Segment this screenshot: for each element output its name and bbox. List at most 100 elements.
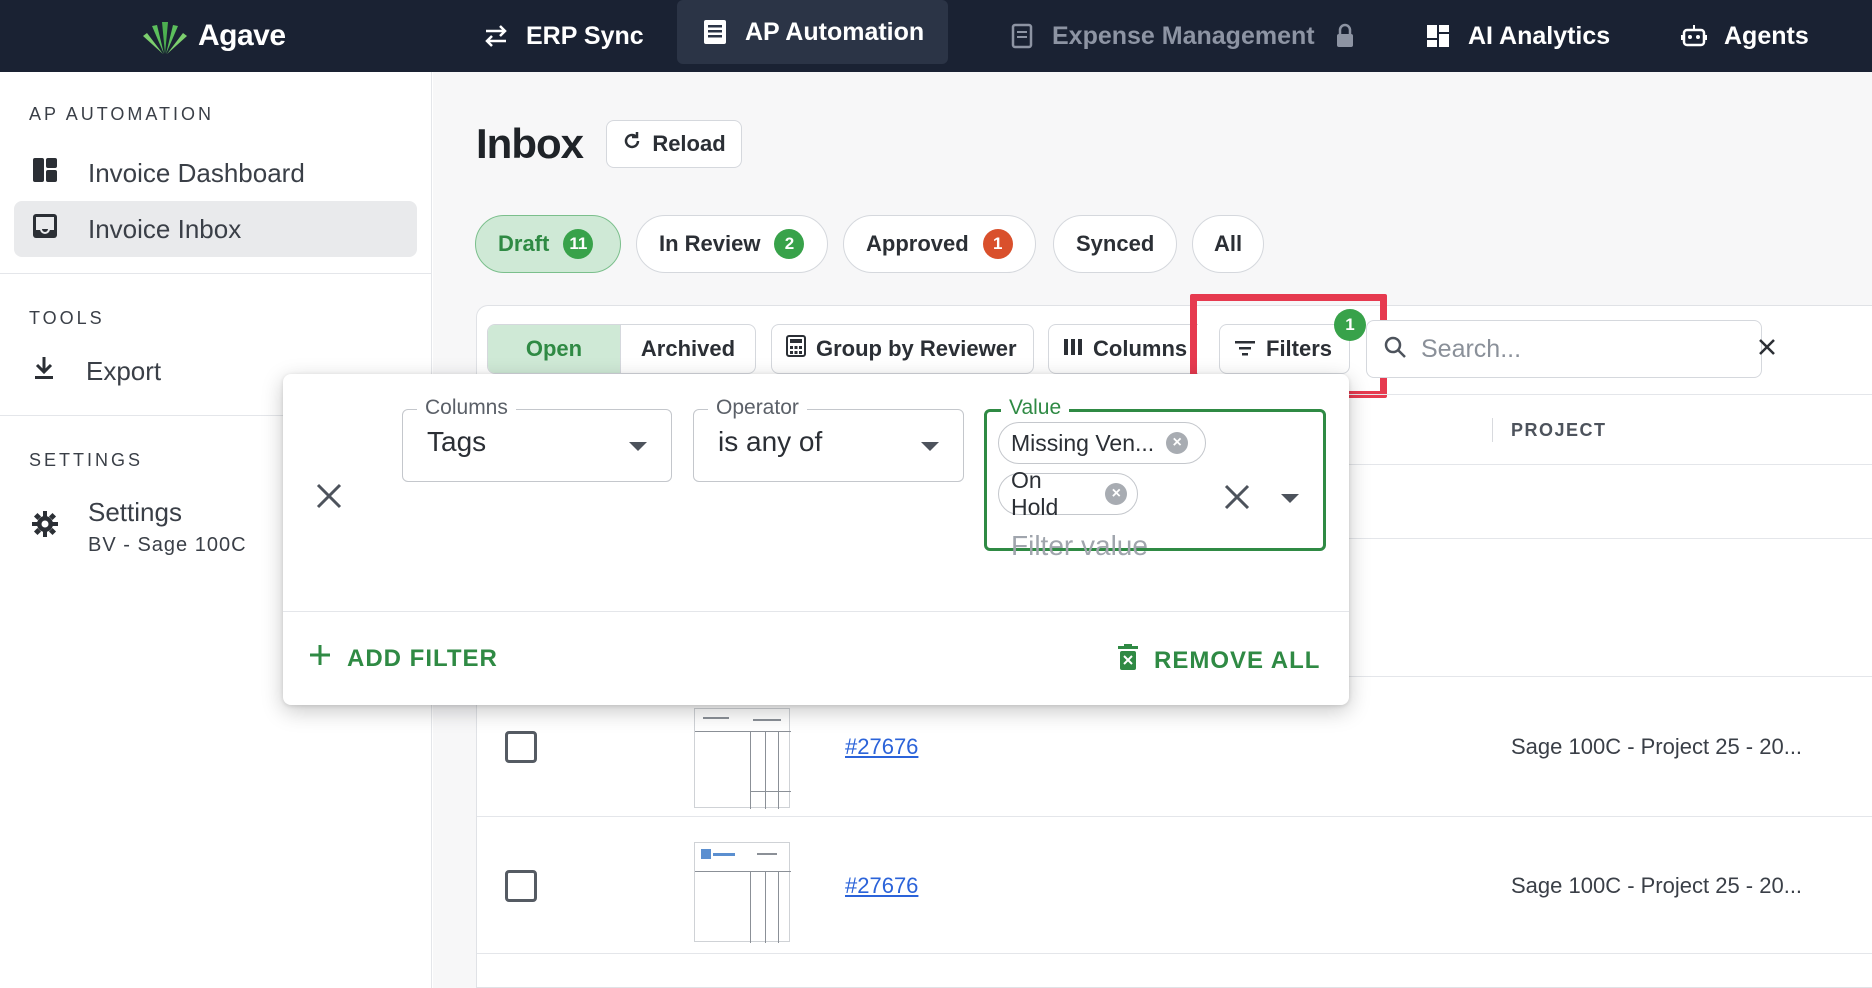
top-nav-bar: Agave ERP Sync AP Automation Expense Man… — [0, 0, 1872, 72]
value-multiselect[interactable]: Value Missing Ven... × On Hold × Filter … — [984, 396, 1326, 561]
dashboard-icon — [32, 157, 58, 190]
sidebar-divider — [0, 273, 432, 274]
chevron-down-icon[interactable] — [1281, 494, 1299, 503]
calculator-icon — [786, 335, 806, 363]
active-filter-count-badge: 1 — [1334, 309, 1366, 341]
remove-all-button[interactable]: REMOVE ALL — [1118, 644, 1320, 677]
nav-label: AI Analytics — [1468, 21, 1611, 50]
invoice-thumbnail[interactable] — [694, 842, 791, 943]
value-tag-chip[interactable]: Missing Ven... × — [998, 422, 1206, 464]
row-divider — [477, 816, 1872, 817]
chip-label: In Review — [659, 231, 761, 256]
page-title: Inbox — [476, 120, 584, 167]
value-legend: Value — [1001, 396, 1070, 420]
document-icon — [701, 18, 729, 46]
row-checkbox[interactable] — [505, 870, 537, 902]
column-divider — [1492, 418, 1493, 442]
project-cell: Sage 100C - Project 25 - 20... — [1511, 734, 1803, 759]
nav-label: ERP Sync — [526, 21, 644, 50]
open-archived-toggle: Open Archived — [487, 324, 756, 374]
operator-legend: Operator — [708, 396, 807, 420]
sidebar-item-label: Settings — [88, 497, 182, 527]
reload-label: Reload — [652, 131, 726, 156]
nav-agents[interactable]: Agents — [1656, 0, 1833, 72]
chip-label: Approved — [866, 231, 969, 256]
nav-ai-analytics[interactable]: AI Analytics — [1400, 0, 1634, 72]
nav-ap-automation[interactable]: AP Automation — [677, 0, 949, 64]
invoice-number-link[interactable]: #27676 — [845, 873, 918, 899]
sidebar-item-label: Invoice Dashboard — [88, 157, 305, 188]
invoice-thumbnail[interactable] — [694, 708, 791, 809]
robot-icon — [1680, 22, 1708, 50]
value-tag-chip[interactable]: On Hold × — [998, 467, 1138, 520]
columns-icon — [1063, 336, 1083, 362]
sidebar-item-label: Export — [86, 355, 162, 386]
trash-icon — [1118, 644, 1138, 677]
nav-label: AP Automation — [745, 17, 925, 46]
chevron-down-icon — [921, 442, 939, 451]
chip-label: All — [1213, 231, 1243, 256]
tab-synced[interactable]: Synced — [1053, 215, 1177, 273]
filter-popup: Columns Tags Operator is any of Value Mi… — [283, 374, 1349, 705]
toggle-open[interactable]: Open — [488, 325, 621, 373]
search-icon — [1383, 335, 1407, 364]
chevron-down-icon — [629, 442, 647, 451]
columns-button[interactable]: Columns — [1048, 324, 1198, 374]
reload-button[interactable]: Reload — [606, 120, 742, 168]
clear-values-icon[interactable] — [1223, 483, 1251, 516]
toggle-archived[interactable]: Archived — [621, 325, 755, 373]
agave-leaf-icon — [143, 22, 187, 54]
tab-approved[interactable]: Approved 1 — [843, 215, 1036, 273]
tag-label: On Hold — [1011, 467, 1059, 520]
nav-erp-sync[interactable]: ERP Sync — [458, 0, 668, 72]
columns-value: Tags — [427, 426, 487, 457]
tag-label: Missing Ven... — [1011, 429, 1155, 456]
nav-expense-management[interactable]: Expense Management — [984, 0, 1383, 72]
draft-count-badge: 11 — [563, 229, 594, 259]
sidebar-item-invoice-dashboard[interactable]: Invoice Dashboard — [14, 145, 417, 201]
tab-in-review[interactable]: In Review 2 — [636, 215, 828, 273]
nav-label: Expense Management — [1052, 21, 1315, 50]
group-by-label: Group by Reviewer — [816, 336, 1017, 361]
remove-tag-icon[interactable]: × — [1166, 432, 1189, 454]
add-filter-button[interactable]: ADD FILTER — [309, 644, 498, 673]
tab-all[interactable]: All — [1192, 215, 1264, 273]
column-header-project[interactable]: PROJECT — [1511, 420, 1607, 441]
settings-text: Settings BV - Sage 100C — [88, 497, 247, 557]
sidebar-item-invoice-inbox[interactable]: Invoice Inbox — [14, 201, 417, 257]
inbox-icon — [32, 213, 58, 246]
tab-draft[interactable]: Draft 11 — [475, 215, 621, 273]
search-input[interactable] — [1421, 334, 1743, 364]
dashboard-grid-icon — [1424, 22, 1452, 50]
invoice-number-link[interactable]: #27676 — [845, 734, 918, 760]
operator-value: is any of — [718, 426, 823, 457]
group-by-reviewer-button[interactable]: Group by Reviewer — [771, 324, 1034, 374]
gear-icon — [32, 510, 58, 544]
remove-tag-icon[interactable]: × — [1105, 483, 1127, 505]
remove-all-label: REMOVE ALL — [1154, 646, 1321, 674]
receipt-icon — [1008, 22, 1036, 50]
brand-name: Agave — [198, 19, 286, 52]
refresh-icon — [622, 131, 642, 157]
filter-value-placeholder[interactable]: Filter value — [1011, 530, 1148, 562]
project-cell: Sage 100C - Project 25 - 20... — [1511, 873, 1803, 898]
sidebar-item-label: Invoice Inbox — [88, 213, 242, 244]
delete-filter-icon[interactable] — [312, 479, 346, 513]
add-filter-label: ADD FILTER — [347, 644, 498, 672]
settings-erp-name: BV - Sage 100C — [88, 534, 247, 556]
chip-label: Draft — [498, 231, 550, 256]
brand-logo[interactable]: Agave — [140, 12, 286, 60]
search-box — [1366, 320, 1775, 378]
plus-icon — [309, 644, 331, 673]
lock-icon — [1331, 22, 1359, 50]
columns-select[interactable]: Columns Tags — [402, 396, 672, 482]
approved-count-badge: 1 — [982, 229, 1013, 259]
sidebar-section-title: AP AUTOMATION — [29, 104, 215, 124]
row-divider — [477, 953, 1872, 954]
operator-select[interactable]: Operator is any of — [693, 396, 964, 482]
clear-search-icon[interactable] — [1757, 337, 1777, 362]
sidebar-section-title: SETTINGS — [29, 450, 144, 470]
swap-arrows-icon — [482, 22, 510, 50]
columns-label: Columns — [1093, 336, 1188, 361]
row-checkbox[interactable] — [505, 731, 537, 763]
